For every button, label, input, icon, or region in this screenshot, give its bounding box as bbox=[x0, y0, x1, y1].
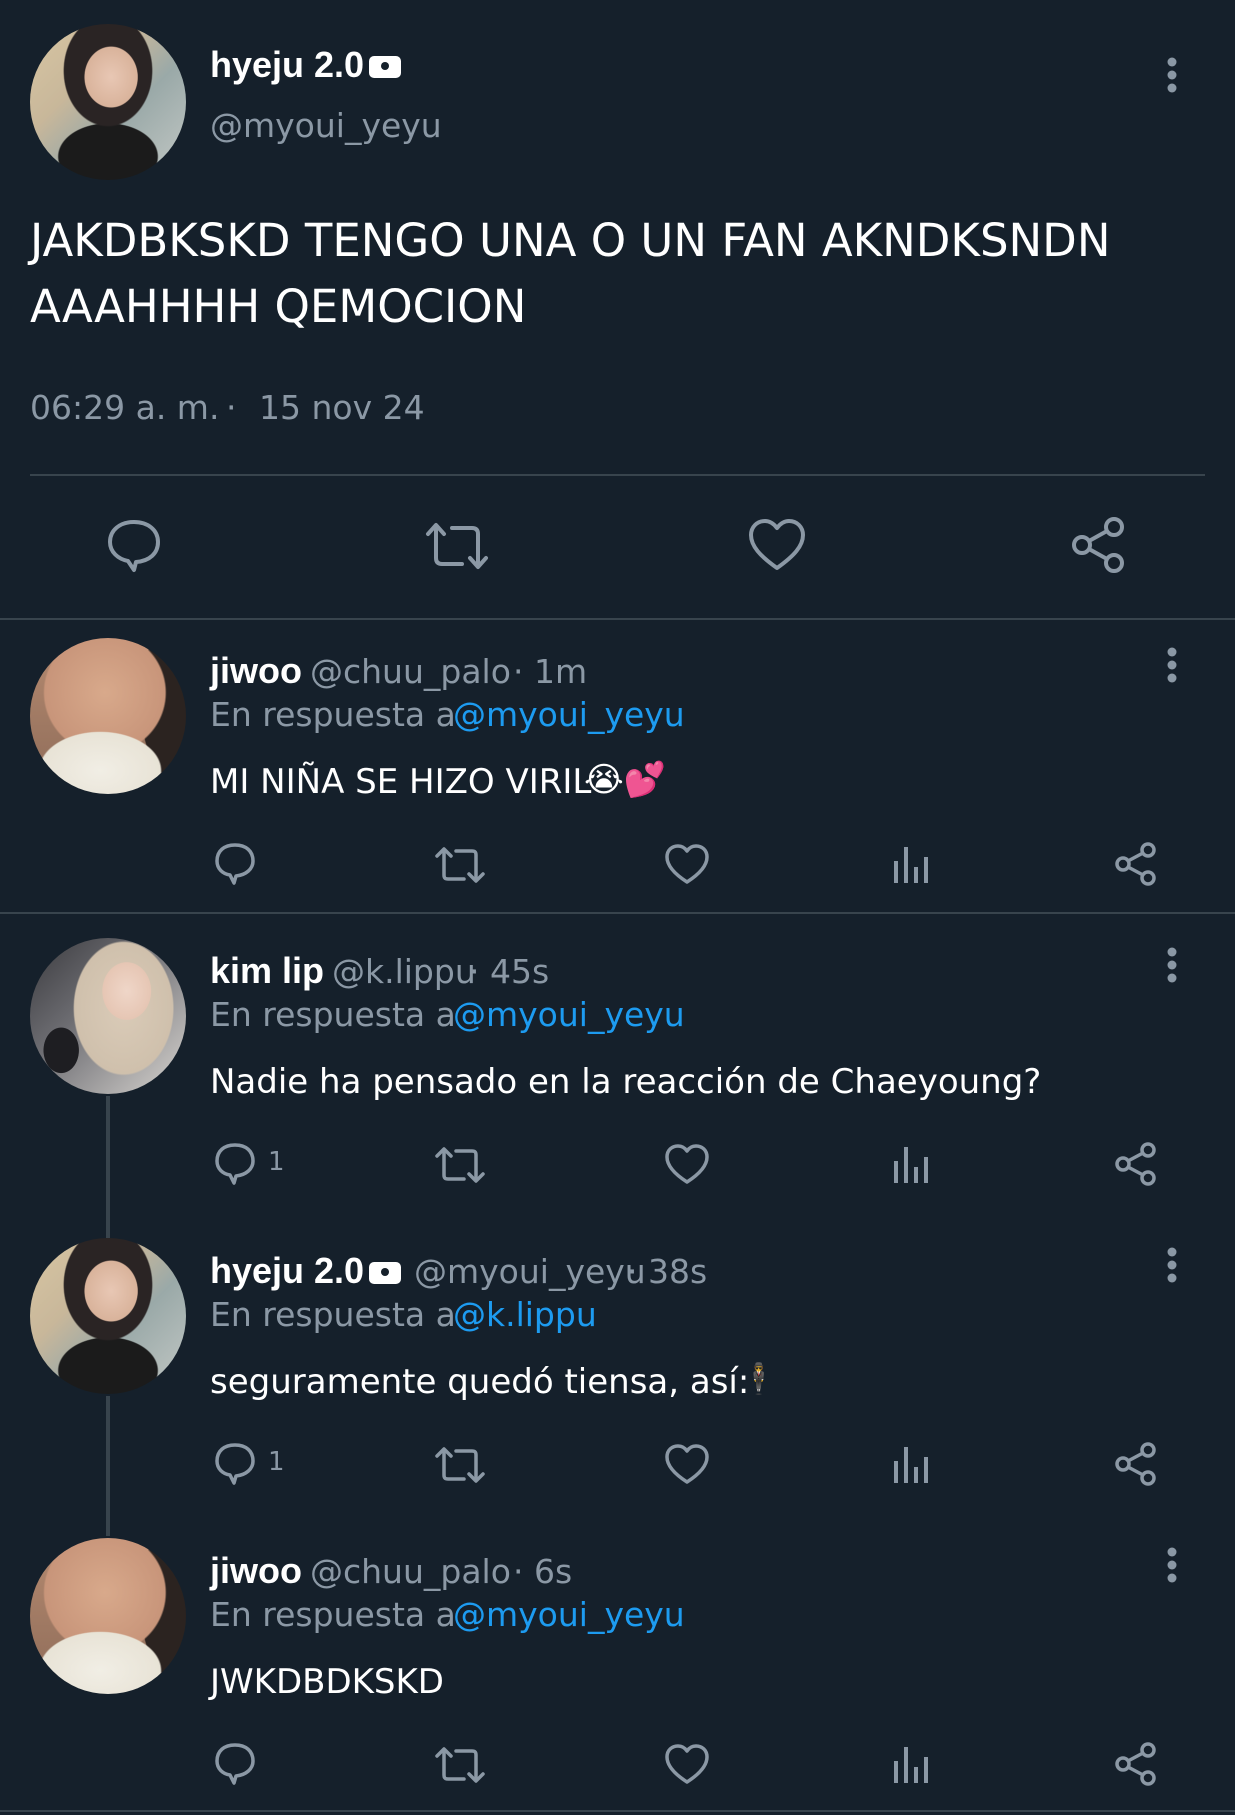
reply-context: En respuesta a bbox=[210, 695, 456, 734]
reply-to-link[interactable]: @myoui_yeyu bbox=[453, 995, 685, 1034]
reply-count: 1 bbox=[268, 1447, 285, 1477]
reply-to-link[interactable]: @k.lippu bbox=[453, 1295, 597, 1334]
share-icon[interactable] bbox=[1114, 1742, 1158, 1786]
more-options-icon[interactable] bbox=[1162, 1546, 1182, 1586]
avatar[interactable] bbox=[30, 1238, 186, 1394]
stats-divider bbox=[30, 474, 1205, 476]
tweet-time: · 6s bbox=[513, 1552, 573, 1591]
share-icon[interactable] bbox=[1114, 1142, 1158, 1186]
retweet-icon[interactable] bbox=[434, 845, 486, 885]
thread-connector bbox=[106, 1396, 110, 1536]
retweet-icon[interactable] bbox=[434, 1445, 486, 1485]
share-icon[interactable] bbox=[1114, 1442, 1158, 1486]
tweet-time: · 45s bbox=[469, 952, 550, 991]
avatar[interactable] bbox=[30, 638, 186, 794]
meta-separator: · bbox=[226, 388, 237, 427]
lock-icon bbox=[369, 1262, 401, 1284]
tweet-date: 15 nov 24 bbox=[259, 388, 425, 427]
reply-to-link[interactable]: @myoui_yeyu bbox=[453, 1595, 685, 1634]
tweet-text: JWKDBDKSKD bbox=[210, 1662, 444, 1702]
tweet-text-line-1: JAKDBKSKD TENGO UNA O UN FAN AKNDKSNDN bbox=[30, 214, 1111, 267]
tweet-time: · 38s bbox=[627, 1252, 708, 1291]
tweet-text: Nadie ha pensado en la reacción de Chaey… bbox=[210, 1062, 1042, 1102]
tweet-text: MI NIÑA SE HIZO VIRIL bbox=[210, 762, 592, 802]
retweet-icon[interactable] bbox=[424, 520, 490, 572]
share-icon[interactable] bbox=[1070, 516, 1128, 574]
reply-icon[interactable] bbox=[214, 842, 256, 886]
more-options-icon[interactable] bbox=[1162, 946, 1182, 986]
retweet-icon[interactable] bbox=[434, 1745, 486, 1785]
lock-icon bbox=[369, 56, 401, 78]
emoji: 😭💕 bbox=[584, 760, 667, 800]
like-icon[interactable] bbox=[664, 1443, 710, 1485]
section-divider bbox=[0, 618, 1235, 620]
like-icon[interactable] bbox=[664, 1143, 710, 1185]
handle[interactable]: @chuu_palo bbox=[310, 652, 511, 691]
tweet-time: · 1m bbox=[513, 652, 588, 691]
reply-context: En respuesta a bbox=[210, 1295, 456, 1334]
reply-count: 1 bbox=[268, 1147, 285, 1177]
reply-to-link[interactable]: @myoui_yeyu bbox=[453, 695, 685, 734]
like-icon[interactable] bbox=[664, 1743, 710, 1785]
section-divider bbox=[0, 1810, 1235, 1812]
tweet-text-line-2: AAAHHHH QEMOCION bbox=[30, 280, 527, 333]
thread-connector bbox=[106, 1096, 110, 1238]
views-icon[interactable] bbox=[893, 1745, 931, 1785]
emoji: 🕴 bbox=[740, 1362, 778, 1397]
handle[interactable]: @chuu_palo bbox=[310, 1552, 511, 1591]
display-name[interactable]: jiwoo bbox=[210, 1550, 302, 1592]
display-name[interactable]: jiwoo bbox=[210, 650, 302, 692]
like-icon[interactable] bbox=[748, 518, 806, 572]
section-divider bbox=[0, 912, 1235, 914]
retweet-icon[interactable] bbox=[434, 1145, 486, 1185]
reply-context: En respuesta a bbox=[210, 1595, 456, 1634]
reply-icon[interactable] bbox=[106, 516, 162, 572]
avatar[interactable] bbox=[30, 938, 186, 1094]
handle[interactable]: @myoui_yeyu bbox=[414, 1252, 646, 1291]
share-icon[interactable] bbox=[1114, 842, 1158, 886]
reply-icon[interactable] bbox=[214, 1742, 256, 1786]
display-name[interactable]: hyeju 2.0 bbox=[210, 1250, 364, 1292]
display-name[interactable]: hyeju 2.0 bbox=[210, 44, 364, 86]
like-icon[interactable] bbox=[664, 843, 710, 885]
more-options-icon[interactable] bbox=[1162, 646, 1182, 686]
tweet-text: seguramente quedó tiensa, así: bbox=[210, 1362, 750, 1402]
views-icon[interactable] bbox=[893, 845, 931, 885]
views-icon[interactable] bbox=[893, 1445, 931, 1485]
reply-icon[interactable] bbox=[214, 1142, 256, 1186]
avatar[interactable] bbox=[30, 24, 186, 180]
avatar[interactable] bbox=[30, 1538, 186, 1694]
handle[interactable]: @myoui_yeyu bbox=[210, 106, 442, 145]
views-icon[interactable] bbox=[893, 1145, 931, 1185]
reply-icon[interactable] bbox=[214, 1442, 256, 1486]
more-options-icon[interactable] bbox=[1162, 1246, 1182, 1286]
display-name[interactable]: kim lip bbox=[210, 950, 324, 992]
more-options-icon[interactable] bbox=[1162, 56, 1182, 96]
tweet-time: 06:29 a. m. bbox=[30, 388, 220, 427]
reply-context: En respuesta a bbox=[210, 995, 456, 1034]
handle[interactable]: @k.lippu bbox=[332, 952, 476, 991]
